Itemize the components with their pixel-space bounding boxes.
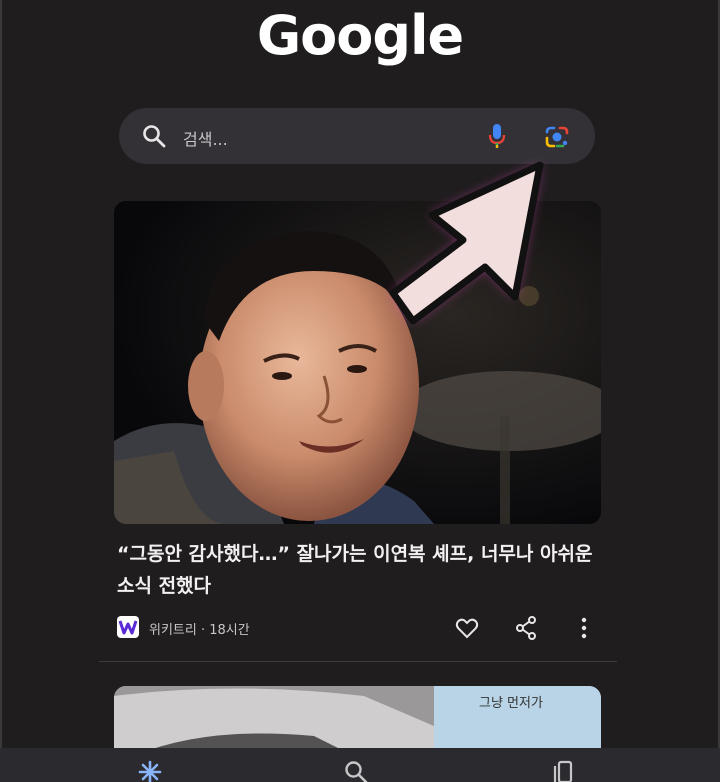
source-logo-icon <box>117 616 139 638</box>
search-input[interactable]: 검색... <box>183 126 228 150</box>
news-card-image-2[interactable]: 그냥 먼저가 <box>114 686 601 756</box>
like-icon[interactable] <box>455 617 479 639</box>
google-logo: Google <box>256 4 464 67</box>
discover-icon[interactable] <box>136 760 164 782</box>
card-divider <box>99 661 617 662</box>
news-image-caption: 그냥 먼저가 <box>479 696 543 711</box>
nav-search-icon[interactable] <box>344 760 368 782</box>
tabs-icon[interactable] <box>552 760 574 782</box>
bottom-navigation <box>0 748 720 782</box>
more-icon[interactable] <box>578 616 590 640</box>
pointer-arrow-annotation <box>389 161 544 325</box>
frame-edge-left <box>0 0 2 782</box>
news-headline[interactable]: “그동안 감사했다…” 잘나가는 이연복 셰프, 너무나 아쉬운 소식 전했다 <box>117 538 597 602</box>
source-name-time: 위키트리 · 18시간 <box>149 623 250 638</box>
search-icon[interactable] <box>141 123 167 149</box>
share-icon[interactable] <box>515 616 537 640</box>
